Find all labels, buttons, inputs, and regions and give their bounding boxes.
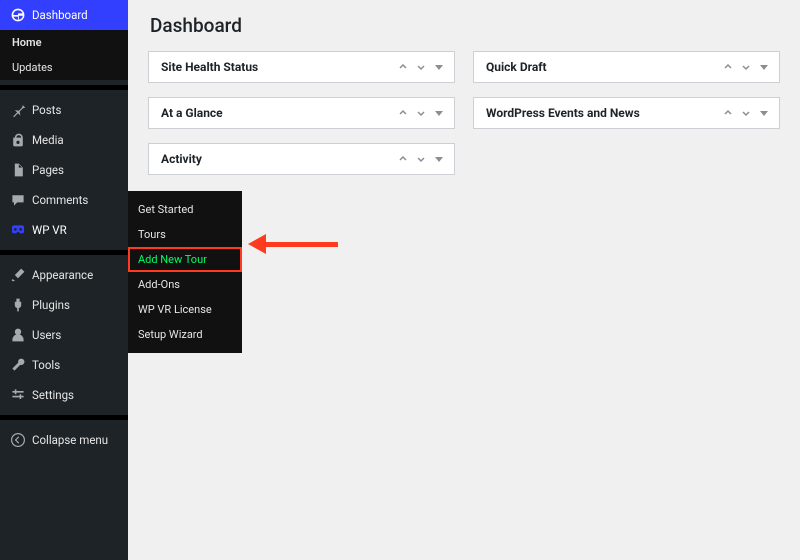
media-icon: [10, 132, 26, 148]
flyout-tours[interactable]: Tours: [128, 222, 242, 247]
sidebar-item-dashboard[interactable]: Dashboard: [0, 0, 128, 30]
admin-sidebar: Dashboard Home Updates Posts Media Pages: [0, 0, 128, 560]
brush-icon: [10, 267, 26, 283]
user-icon: [10, 327, 26, 343]
move-up-button[interactable]: [398, 62, 408, 72]
pin-icon: [10, 102, 26, 118]
sidebar-item-settings[interactable]: Settings: [0, 380, 128, 410]
flyout-add-ons[interactable]: Add-Ons: [128, 272, 242, 297]
move-down-button[interactable]: [741, 108, 751, 118]
sidebar-sub-updates[interactable]: Updates: [0, 55, 128, 80]
sidebar-item-media[interactable]: Media: [0, 125, 128, 155]
sidebar-item-appearance[interactable]: Appearance: [0, 260, 128, 290]
move-down-button[interactable]: [416, 108, 426, 118]
postbox-at-a-glance: At a Glance: [148, 97, 455, 129]
move-up-button[interactable]: [398, 108, 408, 118]
sidebar-separator: [0, 415, 128, 420]
sidebar-sub-home[interactable]: Home: [0, 30, 128, 55]
sidebar-item-wpvr[interactable]: WP VR: [0, 215, 128, 245]
sidebar-label: Collapse menu: [32, 433, 108, 447]
flyout-license[interactable]: WP VR License: [128, 297, 242, 322]
move-down-button[interactable]: [416, 62, 426, 72]
dashboard-column-right: Quick Draft WordPress Events and News: [473, 51, 780, 175]
sidebar-item-plugins[interactable]: Plugins: [0, 290, 128, 320]
sidebar-label: Comments: [32, 193, 88, 207]
sidebar-item-tools[interactable]: Tools: [0, 350, 128, 380]
postbox-events-news: WordPress Events and News: [473, 97, 780, 129]
sliders-icon: [10, 387, 26, 403]
toggle-panel-button[interactable]: [434, 62, 444, 72]
sidebar-label: Media: [32, 133, 64, 147]
postbox-title: Site Health Status: [161, 60, 258, 74]
flyout-get-started[interactable]: Get Started: [128, 197, 242, 222]
page-title: Dashboard: [150, 14, 780, 37]
plug-icon: [10, 297, 26, 313]
postbox-title: Activity: [161, 152, 202, 166]
sidebar-label: Pages: [32, 163, 64, 177]
wrench-icon: [10, 357, 26, 373]
sidebar-collapse-menu[interactable]: Collapse menu: [0, 425, 128, 455]
move-up-button[interactable]: [398, 154, 408, 164]
dashboard-icon: [10, 7, 26, 23]
sidebar-label: Tools: [32, 358, 60, 372]
toggle-panel-button[interactable]: [759, 108, 769, 118]
wpvr-flyout-submenu: Get Started Tours Add New Tour Add-Ons W…: [128, 191, 242, 353]
sidebar-label: Dashboard: [32, 8, 88, 22]
sidebar-label: Appearance: [32, 268, 93, 282]
move-down-button[interactable]: [416, 154, 426, 164]
toggle-panel-button[interactable]: [434, 108, 444, 118]
sidebar-item-pages[interactable]: Pages: [0, 155, 128, 185]
toggle-panel-button[interactable]: [434, 154, 444, 164]
sidebar-label: Plugins: [32, 298, 70, 312]
sidebar-dashboard-submenu: Home Updates: [0, 30, 128, 80]
flyout-add-new-tour[interactable]: Add New Tour: [128, 247, 242, 272]
sidebar-item-posts[interactable]: Posts: [0, 95, 128, 125]
comments-icon: [10, 192, 26, 208]
pages-icon: [10, 162, 26, 178]
move-up-button[interactable]: [723, 108, 733, 118]
sidebar-label: Users: [32, 328, 61, 342]
move-up-button[interactable]: [723, 62, 733, 72]
postbox-title: Quick Draft: [486, 60, 547, 74]
postbox-quick-draft: Quick Draft: [473, 51, 780, 83]
postbox-title: At a Glance: [161, 106, 223, 120]
sidebar-separator: [0, 85, 128, 90]
sidebar-label: WP VR: [32, 223, 67, 237]
collapse-icon: [10, 432, 26, 448]
toggle-panel-button[interactable]: [759, 62, 769, 72]
sidebar-label: Posts: [32, 103, 61, 117]
move-down-button[interactable]: [741, 62, 751, 72]
sidebar-item-comments[interactable]: Comments: [0, 185, 128, 215]
sidebar-separator: [0, 250, 128, 255]
sidebar-label: Settings: [32, 388, 74, 402]
flyout-setup-wizard[interactable]: Setup Wizard: [128, 322, 242, 347]
postbox-site-health: Site Health Status: [148, 51, 455, 83]
dashboard-column-left: Site Health Status At a Glance: [148, 51, 455, 175]
postbox-title: WordPress Events and News: [486, 106, 640, 120]
postbox-activity: Activity: [148, 143, 455, 175]
sidebar-item-users[interactable]: Users: [0, 320, 128, 350]
vr-icon: [10, 222, 26, 238]
